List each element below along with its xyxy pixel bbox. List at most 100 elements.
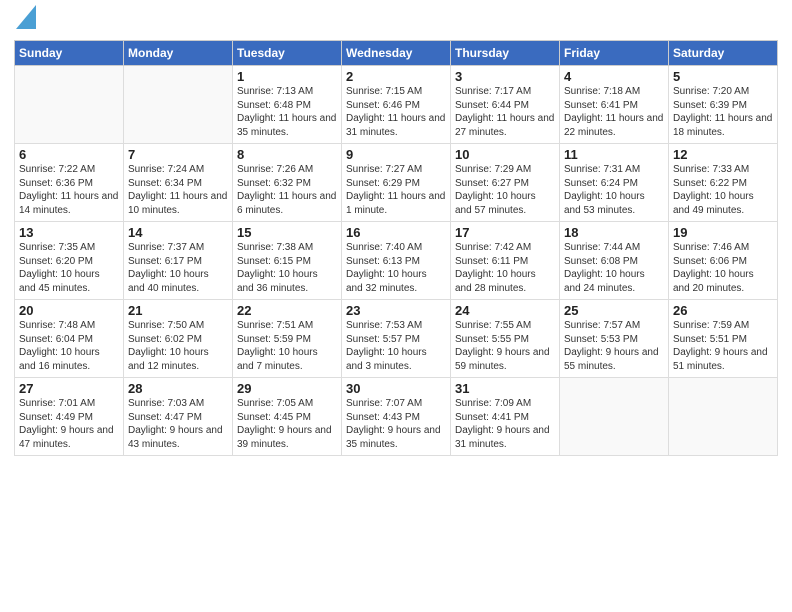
day-header-friday: Friday <box>560 41 669 66</box>
cell-content: Sunrise: 7:33 AMSunset: 6:22 PMDaylight:… <box>673 163 773 217</box>
cell-content: Sunrise: 7:29 AMSunset: 6:27 PMDaylight:… <box>455 163 555 217</box>
calendar-cell: 9Sunrise: 7:27 AMSunset: 6:29 PMDaylight… <box>342 144 451 222</box>
calendar-cell <box>15 66 124 144</box>
calendar-cell: 13Sunrise: 7:35 AMSunset: 6:20 PMDayligh… <box>15 222 124 300</box>
calendar-cell: 26Sunrise: 7:59 AMSunset: 5:51 PMDayligh… <box>669 300 778 378</box>
calendar-cell: 25Sunrise: 7:57 AMSunset: 5:53 PMDayligh… <box>560 300 669 378</box>
calendar-cell: 28Sunrise: 7:03 AMSunset: 4:47 PMDayligh… <box>124 378 233 456</box>
cell-content: Sunrise: 7:07 AMSunset: 4:43 PMDaylight:… <box>346 397 446 451</box>
cell-content: Sunrise: 7:57 AMSunset: 5:53 PMDaylight:… <box>564 319 664 373</box>
day-number: 1 <box>237 69 337 84</box>
calendar-cell: 22Sunrise: 7:51 AMSunset: 5:59 PMDayligh… <box>233 300 342 378</box>
calendar-cell: 29Sunrise: 7:05 AMSunset: 4:45 PMDayligh… <box>233 378 342 456</box>
day-number: 29 <box>237 381 337 396</box>
day-number: 10 <box>455 147 555 162</box>
calendar-week-5: 27Sunrise: 7:01 AMSunset: 4:49 PMDayligh… <box>15 378 778 456</box>
day-number: 19 <box>673 225 773 240</box>
logo <box>14 10 36 34</box>
calendar-cell: 30Sunrise: 7:07 AMSunset: 4:43 PMDayligh… <box>342 378 451 456</box>
day-header-monday: Monday <box>124 41 233 66</box>
calendar-cell: 20Sunrise: 7:48 AMSunset: 6:04 PMDayligh… <box>15 300 124 378</box>
day-number: 16 <box>346 225 446 240</box>
cell-content: Sunrise: 7:22 AMSunset: 6:36 PMDaylight:… <box>19 163 119 217</box>
calendar-cell: 17Sunrise: 7:42 AMSunset: 6:11 PMDayligh… <box>451 222 560 300</box>
calendar-body: 1Sunrise: 7:13 AMSunset: 6:48 PMDaylight… <box>15 66 778 456</box>
cell-content: Sunrise: 7:37 AMSunset: 6:17 PMDaylight:… <box>128 241 228 295</box>
day-header-tuesday: Tuesday <box>233 41 342 66</box>
cell-content: Sunrise: 7:35 AMSunset: 6:20 PMDaylight:… <box>19 241 119 295</box>
cell-content: Sunrise: 7:55 AMSunset: 5:55 PMDaylight:… <box>455 319 555 373</box>
cell-content: Sunrise: 7:17 AMSunset: 6:44 PMDaylight:… <box>455 85 555 139</box>
day-number: 6 <box>19 147 119 162</box>
calendar-week-3: 13Sunrise: 7:35 AMSunset: 6:20 PMDayligh… <box>15 222 778 300</box>
cell-content: Sunrise: 7:27 AMSunset: 6:29 PMDaylight:… <box>346 163 446 217</box>
day-header-sunday: Sunday <box>15 41 124 66</box>
calendar-cell: 15Sunrise: 7:38 AMSunset: 6:15 PMDayligh… <box>233 222 342 300</box>
calendar-week-1: 1Sunrise: 7:13 AMSunset: 6:48 PMDaylight… <box>15 66 778 144</box>
calendar-cell: 12Sunrise: 7:33 AMSunset: 6:22 PMDayligh… <box>669 144 778 222</box>
header <box>14 10 778 34</box>
day-number: 15 <box>237 225 337 240</box>
calendar-cell <box>669 378 778 456</box>
calendar-cell: 23Sunrise: 7:53 AMSunset: 5:57 PMDayligh… <box>342 300 451 378</box>
calendar-cell: 4Sunrise: 7:18 AMSunset: 6:41 PMDaylight… <box>560 66 669 144</box>
day-number: 17 <box>455 225 555 240</box>
cell-content: Sunrise: 7:01 AMSunset: 4:49 PMDaylight:… <box>19 397 119 451</box>
logo-triangle-icon <box>16 5 36 29</box>
day-number: 11 <box>564 147 664 162</box>
calendar-cell: 14Sunrise: 7:37 AMSunset: 6:17 PMDayligh… <box>124 222 233 300</box>
cell-content: Sunrise: 7:42 AMSunset: 6:11 PMDaylight:… <box>455 241 555 295</box>
cell-content: Sunrise: 7:59 AMSunset: 5:51 PMDaylight:… <box>673 319 773 373</box>
calendar-cell: 5Sunrise: 7:20 AMSunset: 6:39 PMDaylight… <box>669 66 778 144</box>
day-number: 25 <box>564 303 664 318</box>
calendar-table: SundayMondayTuesdayWednesdayThursdayFrid… <box>14 40 778 456</box>
cell-content: Sunrise: 7:46 AMSunset: 6:06 PMDaylight:… <box>673 241 773 295</box>
day-number: 22 <box>237 303 337 318</box>
cell-content: Sunrise: 7:38 AMSunset: 6:15 PMDaylight:… <box>237 241 337 295</box>
cell-content: Sunrise: 7:44 AMSunset: 6:08 PMDaylight:… <box>564 241 664 295</box>
day-number: 30 <box>346 381 446 396</box>
cell-content: Sunrise: 7:03 AMSunset: 4:47 PMDaylight:… <box>128 397 228 451</box>
cell-content: Sunrise: 7:24 AMSunset: 6:34 PMDaylight:… <box>128 163 228 217</box>
day-number: 13 <box>19 225 119 240</box>
day-number: 20 <box>19 303 119 318</box>
cell-content: Sunrise: 7:15 AMSunset: 6:46 PMDaylight:… <box>346 85 446 139</box>
day-number: 31 <box>455 381 555 396</box>
cell-content: Sunrise: 7:31 AMSunset: 6:24 PMDaylight:… <box>564 163 664 217</box>
day-header-saturday: Saturday <box>669 41 778 66</box>
calendar-cell <box>124 66 233 144</box>
day-number: 2 <box>346 69 446 84</box>
cell-content: Sunrise: 7:48 AMSunset: 6:04 PMDaylight:… <box>19 319 119 373</box>
calendar-week-4: 20Sunrise: 7:48 AMSunset: 6:04 PMDayligh… <box>15 300 778 378</box>
day-header-thursday: Thursday <box>451 41 560 66</box>
cell-content: Sunrise: 7:05 AMSunset: 4:45 PMDaylight:… <box>237 397 337 451</box>
day-number: 21 <box>128 303 228 318</box>
calendar-cell: 2Sunrise: 7:15 AMSunset: 6:46 PMDaylight… <box>342 66 451 144</box>
calendar-cell: 18Sunrise: 7:44 AMSunset: 6:08 PMDayligh… <box>560 222 669 300</box>
day-number: 28 <box>128 381 228 396</box>
cell-content: Sunrise: 7:50 AMSunset: 6:02 PMDaylight:… <box>128 319 228 373</box>
day-number: 24 <box>455 303 555 318</box>
page-container: SundayMondayTuesdayWednesdayThursdayFrid… <box>0 0 792 466</box>
calendar-cell: 19Sunrise: 7:46 AMSunset: 6:06 PMDayligh… <box>669 222 778 300</box>
calendar-cell: 1Sunrise: 7:13 AMSunset: 6:48 PMDaylight… <box>233 66 342 144</box>
calendar-cell: 11Sunrise: 7:31 AMSunset: 6:24 PMDayligh… <box>560 144 669 222</box>
calendar-cell: 3Sunrise: 7:17 AMSunset: 6:44 PMDaylight… <box>451 66 560 144</box>
calendar-cell: 16Sunrise: 7:40 AMSunset: 6:13 PMDayligh… <box>342 222 451 300</box>
calendar-cell: 27Sunrise: 7:01 AMSunset: 4:49 PMDayligh… <box>15 378 124 456</box>
calendar-cell: 10Sunrise: 7:29 AMSunset: 6:27 PMDayligh… <box>451 144 560 222</box>
calendar-cell: 7Sunrise: 7:24 AMSunset: 6:34 PMDaylight… <box>124 144 233 222</box>
day-number: 18 <box>564 225 664 240</box>
calendar-cell <box>560 378 669 456</box>
calendar-cell: 8Sunrise: 7:26 AMSunset: 6:32 PMDaylight… <box>233 144 342 222</box>
cell-content: Sunrise: 7:20 AMSunset: 6:39 PMDaylight:… <box>673 85 773 139</box>
day-header-wednesday: Wednesday <box>342 41 451 66</box>
cell-content: Sunrise: 7:13 AMSunset: 6:48 PMDaylight:… <box>237 85 337 139</box>
day-number: 12 <box>673 147 773 162</box>
calendar-cell: 31Sunrise: 7:09 AMSunset: 4:41 PMDayligh… <box>451 378 560 456</box>
day-number: 5 <box>673 69 773 84</box>
cell-content: Sunrise: 7:53 AMSunset: 5:57 PMDaylight:… <box>346 319 446 373</box>
calendar-cell: 6Sunrise: 7:22 AMSunset: 6:36 PMDaylight… <box>15 144 124 222</box>
day-number: 7 <box>128 147 228 162</box>
calendar-cell: 21Sunrise: 7:50 AMSunset: 6:02 PMDayligh… <box>124 300 233 378</box>
